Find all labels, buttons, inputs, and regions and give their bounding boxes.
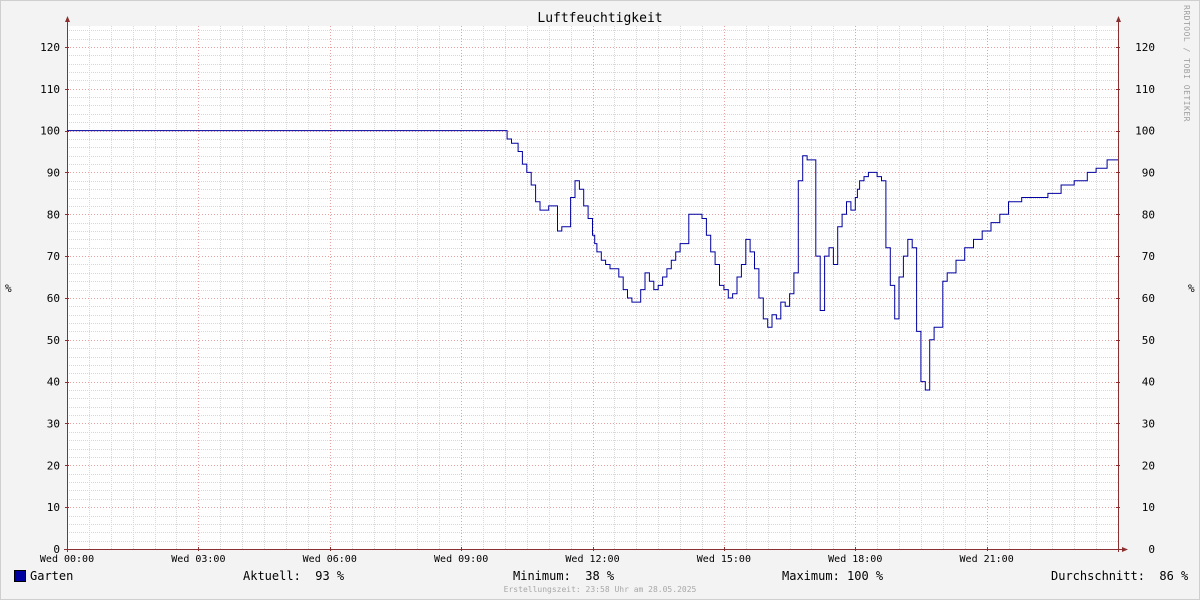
legend-series-name: Garten — [30, 569, 74, 583]
y-tick-label-right: 60 — [1142, 292, 1155, 305]
x-tick-label: Wed 03:00 — [171, 554, 225, 565]
rrdtool-watermark: RRDTOOL / TOBI OETIKER — [1182, 5, 1191, 122]
y-tick-label-right: 110 — [1135, 83, 1155, 96]
y-tick-label-right: 10 — [1142, 501, 1155, 514]
x-tick-label: Wed 12:00 — [565, 554, 619, 565]
y-tick-label-left: 40 — [47, 376, 60, 389]
y-tick-label-right: 80 — [1142, 208, 1155, 221]
x-tick-label: Wed 15:00 — [697, 554, 751, 565]
y-axis-unit-left: % — [5, 282, 12, 295]
y-tick-label-left: 80 — [47, 208, 60, 221]
y-tick-label-right: 100 — [1135, 125, 1155, 138]
y-tick-label-left: 10 — [47, 501, 60, 514]
x-tick-label: Wed 06:00 — [303, 554, 357, 565]
y-tick-label-right: 90 — [1142, 166, 1155, 179]
y-axis-unit-right: % — [1188, 282, 1195, 295]
x-tick-label: Wed 09:00 — [434, 554, 488, 565]
x-tick-label: Wed 21:00 — [960, 554, 1014, 565]
y-axis-labels-right: 0 10 20 30 40 50 60 70 80 90 100 110 120 — [1135, 41, 1155, 556]
y-tick-label-right: 70 — [1142, 250, 1155, 263]
legend-maximum: Maximum: 100 % — [782, 569, 884, 583]
y-tick-label-right: 50 — [1142, 334, 1155, 347]
humidity-chart: 0 10 20 30 40 50 60 70 80 90 100 110 120 0 10 20 30 40 50… — [40, 16, 1155, 565]
x-tick-label: Wed 18:00 — [828, 554, 882, 565]
legend-swatch-garten — [14, 570, 26, 582]
y-tick-label-left: 120 — [40, 41, 60, 54]
y-tick-label-left: 70 — [47, 250, 60, 263]
chart-title: Luftfeuchtigkeit — [537, 11, 663, 26]
legend-minimum: Minimum: 38 % — [513, 569, 615, 583]
y-tick-label-left: 30 — [47, 417, 60, 430]
y-tick-label-left: 50 — [47, 334, 60, 347]
x-axis-arrow — [1122, 547, 1128, 552]
legend-average: Durchschnitt: 86 % — [1051, 569, 1189, 583]
y-tick-label-right: 30 — [1142, 417, 1155, 430]
y-tick-label-left: 100 — [40, 125, 60, 138]
y-tick-label-left: 110 — [40, 83, 60, 96]
y-tick-label-right: 20 — [1142, 459, 1155, 472]
y-tick-label-right: 120 — [1135, 41, 1155, 54]
y-tick-label-right: 0 — [1148, 543, 1155, 556]
y-tick-label-left: 60 — [47, 292, 60, 305]
y-axis-labels-left: 0102030405060708090100110120 — [40, 41, 60, 556]
y-tick-label-left: 20 — [47, 459, 60, 472]
y-tick-label-right: 40 — [1142, 376, 1155, 389]
plot-area — [67, 26, 1118, 549]
y-tick-label-left: 90 — [47, 166, 60, 179]
x-axis-labels: Wed 00:00 Wed 03:00 Wed 06:00 Wed 09:00 Wed … — [40, 554, 1014, 565]
x-tick-label: Wed 00:00 — [40, 554, 94, 565]
creation-timestamp: Erstellungszeit: 23:58 Uhr am 28.05.2025 — [503, 585, 697, 594]
legend-current: Aktuell: 93 % — [243, 569, 345, 583]
